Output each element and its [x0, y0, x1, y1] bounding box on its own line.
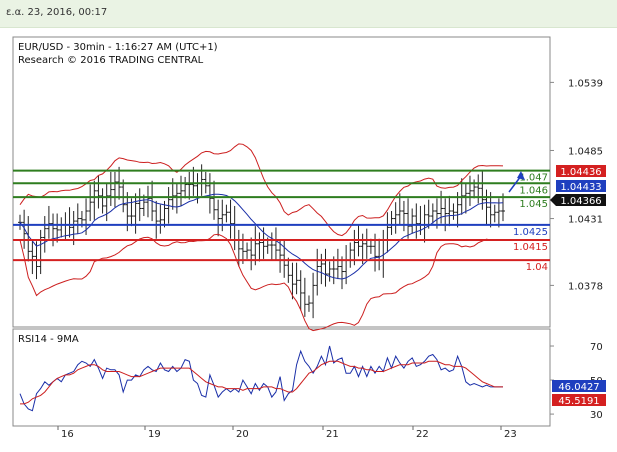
rsi-value-label: 45.5191: [558, 396, 599, 407]
y-tick-label: 1.0378: [568, 281, 603, 292]
level-label: 1.0415: [513, 242, 548, 253]
chart-subtitle: Research © 2016 TRADING CENTRAL: [18, 55, 204, 66]
rsi-y-tick-label: 30: [590, 410, 603, 421]
level-label: 1.046: [519, 185, 548, 196]
x-tick-label: 16: [61, 429, 74, 440]
last-price-pointer-icon: [550, 194, 556, 206]
rsi-title: RSI14 - 9MA: [18, 334, 79, 345]
level-label: 1.04: [526, 262, 548, 273]
chart-title: EUR/USD - 30min - 1:16:27 AM (UTC+1): [18, 42, 218, 53]
rsi-value-label: 46.0427: [558, 382, 599, 393]
x-tick-label: 20: [236, 429, 249, 440]
price-tag-label: 1.04366: [560, 196, 601, 207]
x-tick-label: 23: [504, 429, 517, 440]
y-tick-label: 1.0485: [568, 146, 603, 157]
x-tick-label: 21: [326, 429, 339, 440]
level-label: 1.045: [519, 199, 548, 210]
rsi-y-tick-label: 70: [590, 342, 603, 353]
x-tick-label: 22: [416, 429, 429, 440]
x-tick-label: 19: [148, 429, 161, 440]
y-tick-label: 1.0431: [568, 215, 603, 226]
price-tag-label: 1.04433: [560, 182, 601, 193]
y-tick-label: 1.0539: [568, 78, 603, 89]
rsi-panel: [12, 328, 551, 427]
price-tag-label: 1.04436: [560, 167, 601, 178]
level-label: 1.0425: [513, 227, 548, 238]
price-chart: 1.0471.0461.0451.04251.04151.041.05391.0…: [12, 36, 606, 440]
